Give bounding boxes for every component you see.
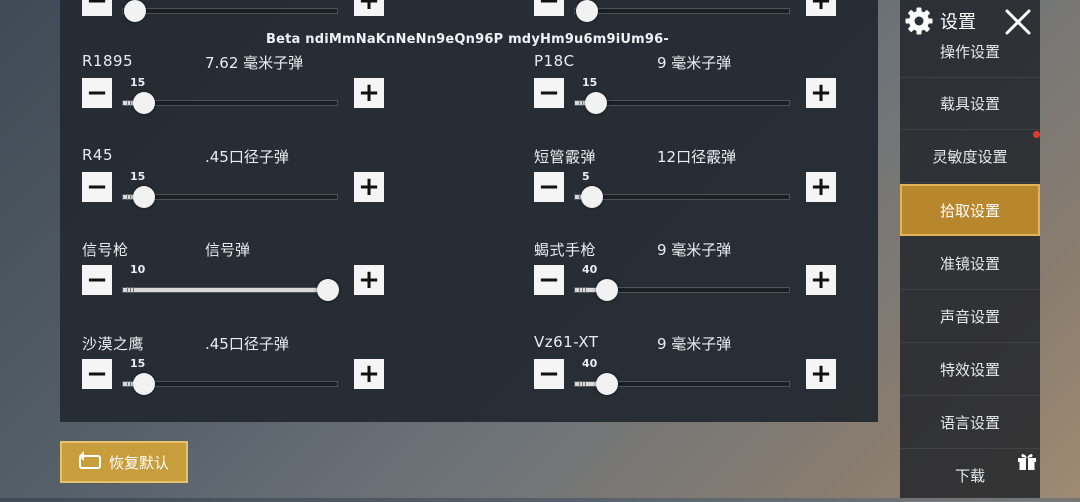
slider-value: 40 <box>582 357 598 370</box>
slider-value: 40 <box>582 263 598 276</box>
minus-button[interactable]: − <box>534 78 564 108</box>
sidebar-item-label: 语言设置 <box>939 414 1000 432</box>
slider-value: 15 <box>130 170 146 183</box>
sidebar-item-label: 声音设置 <box>939 308 1000 326</box>
slider-value: 15 <box>130 76 146 89</box>
plus-button[interactable]: + <box>354 359 384 389</box>
reset-default-button[interactable]: 恢复默认 <box>60 441 188 483</box>
sidebar-item-pickup[interactable]: 拾取设置 <box>900 184 1040 236</box>
slider-ticks <box>579 287 587 293</box>
plus-button[interactable]: + <box>806 172 836 202</box>
slider-knob[interactable] <box>124 0 146 22</box>
minus-button[interactable]: − <box>534 265 564 295</box>
ammo-type: 7.62 毫米子弹 <box>205 54 304 72</box>
slider-value: 15 <box>130 357 146 370</box>
ammo-type: 信号弹 <box>205 241 251 259</box>
sidebar-item-label: 操作设置 <box>939 43 1000 61</box>
settings-header: 设置 <box>904 6 976 36</box>
sidebar-item-label: 特效设置 <box>939 361 1000 379</box>
beta-watermark: Beta ndiMmNaKnNeNn9eQn96P mdyHm9u6m9iUm9… <box>266 32 669 47</box>
minus-button[interactable]: − <box>82 172 112 202</box>
pickup-slider[interactable] <box>574 186 790 208</box>
slider-knob[interactable] <box>133 373 155 395</box>
minus-button[interactable]: − <box>534 172 564 202</box>
minus-button-top-left[interactable]: − <box>82 0 112 16</box>
slider-top-left[interactable] <box>122 0 338 22</box>
ammo-type: .45口径子弹 <box>205 335 289 353</box>
settings-title: 设置 <box>940 12 976 33</box>
weapon-name: P18C <box>534 52 575 70</box>
sidebar-item-language[interactable]: 语言设置 <box>900 397 1040 449</box>
slider-knob[interactable] <box>585 92 607 114</box>
reset-icon <box>78 451 101 469</box>
plus-button[interactable]: + <box>354 265 384 295</box>
plus-button[interactable]: + <box>806 78 836 108</box>
weapon-name: 沙漠之鹰 <box>82 335 145 353</box>
minus-button[interactable]: − <box>82 265 112 295</box>
minus-button-top-right[interactable]: − <box>534 0 564 16</box>
slider-knob[interactable] <box>133 92 155 114</box>
sidebar-item-label: 灵敏度设置 <box>932 148 1008 166</box>
slider-ticks <box>127 287 135 293</box>
pickup-slider[interactable] <box>122 92 338 114</box>
minus-button[interactable]: − <box>534 359 564 389</box>
slider-knob[interactable] <box>596 279 618 301</box>
ammo-type: 9 毫米子弹 <box>657 335 732 353</box>
sidebar-item-vehicle[interactable]: 载具设置 <box>900 78 1040 130</box>
slider-value: 15 <box>582 76 598 89</box>
pickup-slider[interactable] <box>574 373 790 395</box>
plus-button[interactable]: + <box>354 78 384 108</box>
sidebar-item-effects[interactable]: 特效设置 <box>900 344 1040 396</box>
slider-knob[interactable] <box>317 279 339 301</box>
sidebar-item-label: 下载 <box>954 467 985 485</box>
slider-ticks <box>579 381 587 387</box>
pickup-slider[interactable] <box>122 186 338 208</box>
pickup-slider[interactable] <box>122 373 338 395</box>
weapon-name: R45 <box>82 146 114 164</box>
slider-knob[interactable] <box>581 186 603 208</box>
ammo-type: 9 毫米子弹 <box>657 54 732 72</box>
settings-sidebar: 操作设置 载具设置 灵敏度设置 拾取设置 准镜设置 声音设置 特效设置 语言设置… <box>900 0 1040 502</box>
plus-button[interactable]: + <box>806 359 836 389</box>
slider-knob[interactable] <box>576 0 598 22</box>
slider-value: 5 <box>582 170 590 183</box>
ammo-type: 9 毫米子弹 <box>657 241 732 259</box>
pickup-slider[interactable] <box>574 92 790 114</box>
sidebar-item-scope[interactable]: 准镜设置 <box>900 238 1040 290</box>
weapon-name: 短管霰弹 <box>534 148 597 166</box>
slider-value: 10 <box>130 263 146 276</box>
gift-icon[interactable] <box>1017 452 1037 470</box>
sidebar-item-label: 准镜设置 <box>939 255 1000 273</box>
plus-button[interactable]: + <box>806 265 836 295</box>
settings-panel <box>60 0 878 422</box>
notification-dot <box>1033 131 1040 138</box>
weapon-name: R1895 <box>82 52 134 70</box>
sidebar-item-sound[interactable]: 声音设置 <box>900 291 1040 343</box>
close-icon[interactable] <box>1002 6 1034 38</box>
weapon-name: 蝎式手枪 <box>534 241 597 259</box>
minus-button[interactable]: − <box>82 359 112 389</box>
weapon-name: Vz61-XT <box>534 333 599 351</box>
slider-knob[interactable] <box>133 186 155 208</box>
sidebar-item-sensitivity[interactable]: 灵敏度设置 <box>900 131 1040 183</box>
pickup-slider[interactable] <box>574 279 790 301</box>
plus-button-top-right[interactable]: + <box>806 0 836 16</box>
plus-button-top-left[interactable]: + <box>354 0 384 16</box>
slider-knob[interactable] <box>596 373 618 395</box>
minus-button[interactable]: − <box>82 78 112 108</box>
ammo-type: .45口径子弹 <box>205 148 289 166</box>
slider-top-right[interactable] <box>574 0 790 22</box>
pickup-slider[interactable] <box>122 279 339 301</box>
gear-icon <box>905 7 933 35</box>
ammo-type: 12口径霰弹 <box>657 148 737 166</box>
sidebar-item-label: 载具设置 <box>939 95 1000 113</box>
plus-button[interactable]: + <box>354 172 384 202</box>
slider-fill <box>123 288 337 292</box>
reset-label: 恢复默认 <box>108 453 169 472</box>
sidebar-item-label: 拾取设置 <box>939 201 1000 220</box>
weapon-name: 信号枪 <box>82 241 129 259</box>
